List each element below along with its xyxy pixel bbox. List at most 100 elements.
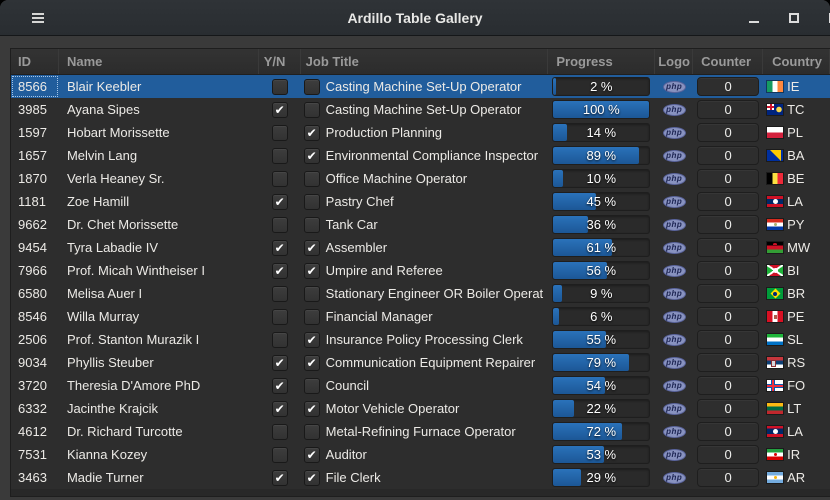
column-header-id[interactable]: ID (11, 49, 59, 74)
job-checkbox[interactable] (304, 79, 320, 95)
column-header-counter[interactable]: Counter (693, 49, 763, 74)
column-header-logo[interactable]: Logo (655, 49, 693, 74)
counter-spinbutton[interactable]: 0 (697, 307, 759, 326)
close-button[interactable] (826, 10, 830, 26)
counter-spinbutton[interactable]: 0 (697, 330, 759, 349)
job-checkbox[interactable] (304, 171, 320, 187)
yn-checkbox[interactable]: ✔ (272, 240, 288, 256)
table-row[interactable]: 3985 Ayana Sipes ✔ Casting Machine Set-U… (11, 98, 830, 121)
column-header-name[interactable]: Name (59, 49, 259, 74)
job-checkbox[interactable]: ✔ (304, 401, 320, 417)
job-checkbox[interactable] (304, 102, 320, 118)
yn-checkbox[interactable]: ✔ (272, 355, 288, 371)
yn-checkbox[interactable]: ✔ (272, 378, 288, 394)
window-controls (746, 0, 830, 36)
yn-checkbox[interactable] (272, 447, 288, 463)
job-checkbox[interactable]: ✔ (304, 125, 320, 141)
column-header-yn[interactable]: Y/N (259, 49, 301, 74)
yn-checkbox[interactable]: ✔ (272, 401, 288, 417)
counter-spinbutton[interactable]: 0 (697, 353, 759, 372)
column-header-job[interactable]: Job Title (301, 49, 549, 74)
job-checkbox[interactable] (304, 424, 320, 440)
yn-checkbox[interactable] (272, 286, 288, 302)
table-row[interactable]: 1181 Zoe Hamill ✔ Pastry Chef 45 % php 0… (11, 190, 830, 213)
table-row[interactable]: 1597 Hobart Morissette ✔ Production Plan… (11, 121, 830, 144)
job-checkbox[interactable]: ✔ (304, 447, 320, 463)
counter-spinbutton[interactable]: 0 (697, 215, 759, 234)
yn-checkbox[interactable] (272, 125, 288, 141)
table-row[interactable]: 9662 Dr. Chet Morissette Tank Car 36 % p… (11, 213, 830, 236)
country-code-label: SL (787, 332, 803, 347)
table-row[interactable]: 8566 Blair Keebler Casting Machine Set-U… (11, 75, 830, 98)
job-cell: Council (301, 374, 549, 397)
table-row[interactable]: 6580 Melisa Auer I Stationary Engineer O… (11, 282, 830, 305)
table-row[interactable]: 6332 Jacinthe Krajcik ✔ ✔ Motor Vehicle … (11, 397, 830, 420)
counter-spinbutton[interactable]: 0 (697, 284, 759, 303)
table-row[interactable]: 9034 Phyllis Steuber ✔ ✔ Communication E… (11, 351, 830, 374)
column-header-progress[interactable]: Progress (548, 49, 655, 74)
table-row[interactable]: 1870 Verla Heaney Sr. Office Machine Ope… (11, 167, 830, 190)
job-checkbox[interactable] (304, 309, 320, 325)
counter-spinbutton[interactable]: 0 (697, 399, 759, 418)
job-checkbox[interactable]: ✔ (304, 148, 320, 164)
table-row[interactable]: 8546 Willa Murray Financial Manager 6 % … (11, 305, 830, 328)
job-checkbox[interactable]: ✔ (304, 240, 320, 256)
job-checkbox[interactable] (304, 286, 320, 302)
yn-checkbox[interactable] (272, 171, 288, 187)
progress-cell: 9 % (548, 282, 655, 305)
table-row[interactable]: 7531 Kianna Kozey ✔ Auditor 53 % php 0 I… (11, 443, 830, 466)
name-cell: Melisa Auer I (59, 282, 259, 305)
counter-spinbutton[interactable]: 0 (697, 261, 759, 280)
table-row[interactable]: 1657 Melvin Lang ✔ Environmental Complia… (11, 144, 830, 167)
table-row[interactable]: 4612 Dr. Richard Turcotte Metal-Refining… (11, 420, 830, 443)
yn-checkbox[interactable]: ✔ (272, 470, 288, 486)
yn-checkbox[interactable]: ✔ (272, 102, 288, 118)
progress-label: 36 % (553, 216, 649, 233)
table-row[interactable]: 3720 Theresia D'Amore PhD ✔ Council 54 %… (11, 374, 830, 397)
table-row[interactable]: 2506 Prof. Stanton Murazik I ✔ Insurance… (11, 328, 830, 351)
counter-cell: 0 (693, 259, 763, 282)
counter-spinbutton[interactable]: 0 (697, 192, 759, 211)
table-row[interactable]: 7966 Prof. Micah Wintheiser I ✔ ✔ Umpire… (11, 259, 830, 282)
counter-cell: 0 (693, 121, 763, 144)
counter-spinbutton[interactable]: 0 (697, 468, 759, 487)
yn-checkbox[interactable] (272, 148, 288, 164)
name-cell: Madie Turner (59, 466, 259, 489)
job-checkbox[interactable] (304, 378, 320, 394)
php-logo-icon: php (663, 104, 686, 116)
yn-checkbox[interactable]: ✔ (272, 194, 288, 210)
job-checkbox[interactable]: ✔ (304, 332, 320, 348)
job-checkbox[interactable] (304, 194, 320, 210)
yn-checkbox[interactable] (272, 424, 288, 440)
table-row[interactable]: 3463 Madie Turner ✔ ✔ File Clerk 29 % ph… (11, 466, 830, 489)
column-header-country[interactable]: Country (763, 49, 830, 74)
data-table: ID Name Y/N Job Title Progress Logo Coun… (10, 48, 830, 497)
job-checkbox[interactable]: ✔ (304, 355, 320, 371)
job-checkbox[interactable]: ✔ (304, 470, 320, 486)
app-window: Ardillo Table Gallery ID Name Y/N Job Ti… (0, 0, 830, 500)
country-cell: FO (763, 374, 830, 397)
counter-spinbutton[interactable]: 0 (697, 422, 759, 441)
counter-spinbutton[interactable]: 0 (697, 100, 759, 119)
yn-checkbox[interactable]: ✔ (272, 263, 288, 279)
counter-spinbutton[interactable]: 0 (697, 376, 759, 395)
yn-checkbox[interactable] (272, 217, 288, 233)
counter-spinbutton[interactable]: 0 (697, 169, 759, 188)
counter-spinbutton[interactable]: 0 (697, 445, 759, 464)
job-cell: ✔ Insurance Policy Processing Clerk (301, 328, 549, 351)
counter-spinbutton[interactable]: 0 (697, 123, 759, 142)
yn-checkbox[interactable] (272, 309, 288, 325)
counter-spinbutton[interactable]: 0 (697, 238, 759, 257)
table-row[interactable]: 9454 Tyra Labadie IV ✔ ✔ Assembler 61 % … (11, 236, 830, 259)
yn-checkbox[interactable] (272, 79, 288, 95)
progress-bar: 10 % (552, 169, 650, 188)
counter-spinbutton[interactable]: 0 (697, 146, 759, 165)
maximize-button[interactable] (786, 10, 802, 26)
minimize-button[interactable] (746, 10, 762, 26)
job-checkbox[interactable] (304, 217, 320, 233)
job-checkbox[interactable]: ✔ (304, 263, 320, 279)
progress-label: 22 % (553, 400, 649, 417)
counter-spinbutton[interactable]: 0 (697, 77, 759, 96)
yn-checkbox[interactable] (272, 332, 288, 348)
id-cell: 8546 (11, 305, 59, 328)
